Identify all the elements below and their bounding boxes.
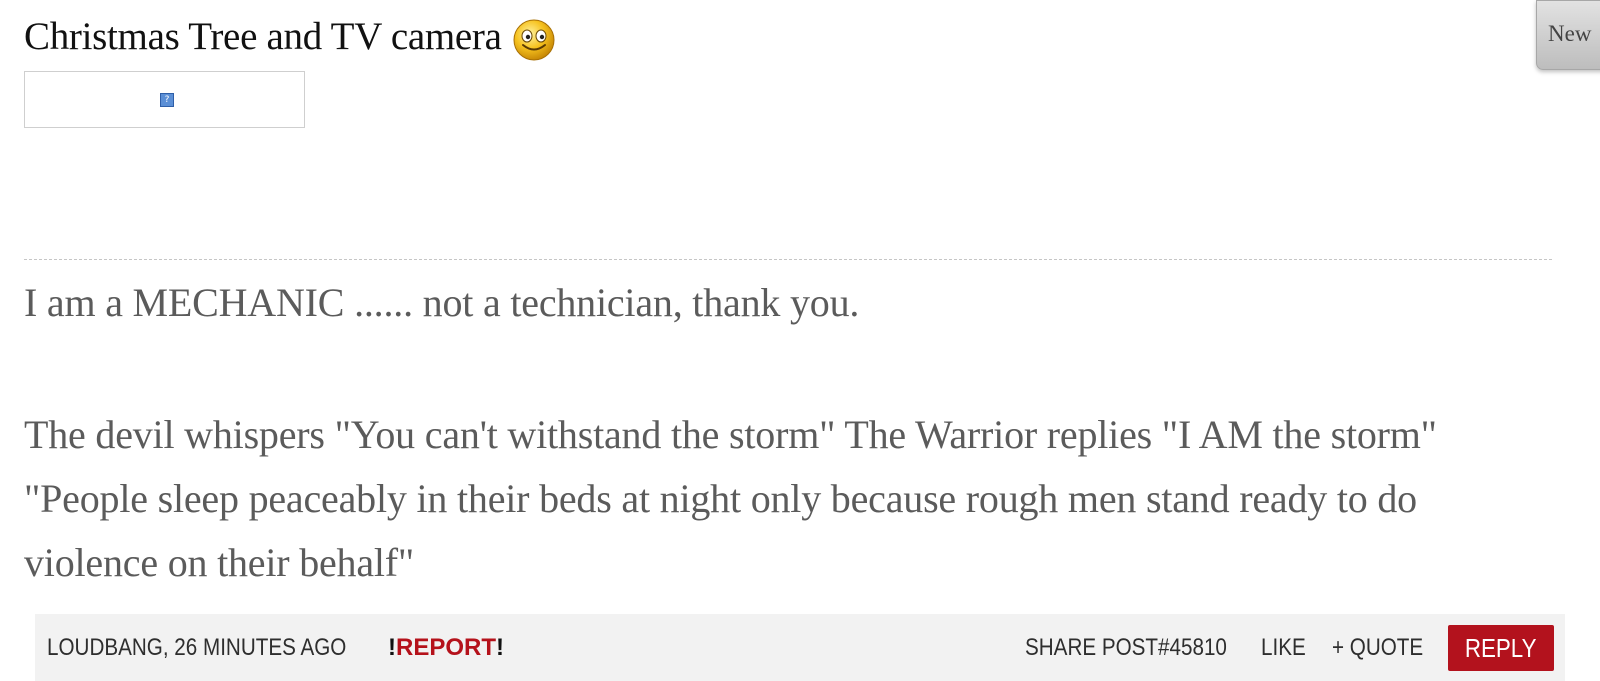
signature-line: The devil whispers "You can't withstand … <box>24 412 1437 457</box>
signature-line: violence on their behalf" <box>24 540 415 585</box>
report-prefix: ! <box>388 634 396 661</box>
post-image-placeholder[interactable]: ? <box>24 71 305 128</box>
reply-button[interactable]: REPLY <box>1448 625 1554 671</box>
post-footer: LOUDBANG, 26 MINUTES AGO !REPORT! SHARE … <box>35 614 1565 681</box>
report-label: REPORT <box>396 634 497 661</box>
share-post-link[interactable]: SHARE POST#45810 <box>1025 634 1227 662</box>
post-title: Christmas Tree and TV camera <box>24 14 556 62</box>
smiley-face-icon <box>512 18 556 62</box>
signature-line: "People sleep peaceably in their beds at… <box>24 476 1417 521</box>
like-button[interactable]: LIKE <box>1261 634 1306 662</box>
report-link[interactable]: !REPORT! <box>388 634 504 662</box>
signature-line: I am a MECHANIC ...... not a technician,… <box>24 280 860 325</box>
post-author-time[interactable]: LOUDBANG, 26 MINUTES AGO <box>47 634 346 662</box>
broken-image-icon: ? <box>160 93 174 107</box>
quote-button[interactable]: + QUOTE <box>1332 634 1423 662</box>
new-posts-tab[interactable]: New <box>1536 0 1600 70</box>
post-title-text: Christmas Tree and TV camera <box>24 15 502 58</box>
report-suffix: ! <box>496 634 505 661</box>
signature-divider <box>24 259 1552 260</box>
reply-button-label: REPLY <box>1465 633 1537 663</box>
